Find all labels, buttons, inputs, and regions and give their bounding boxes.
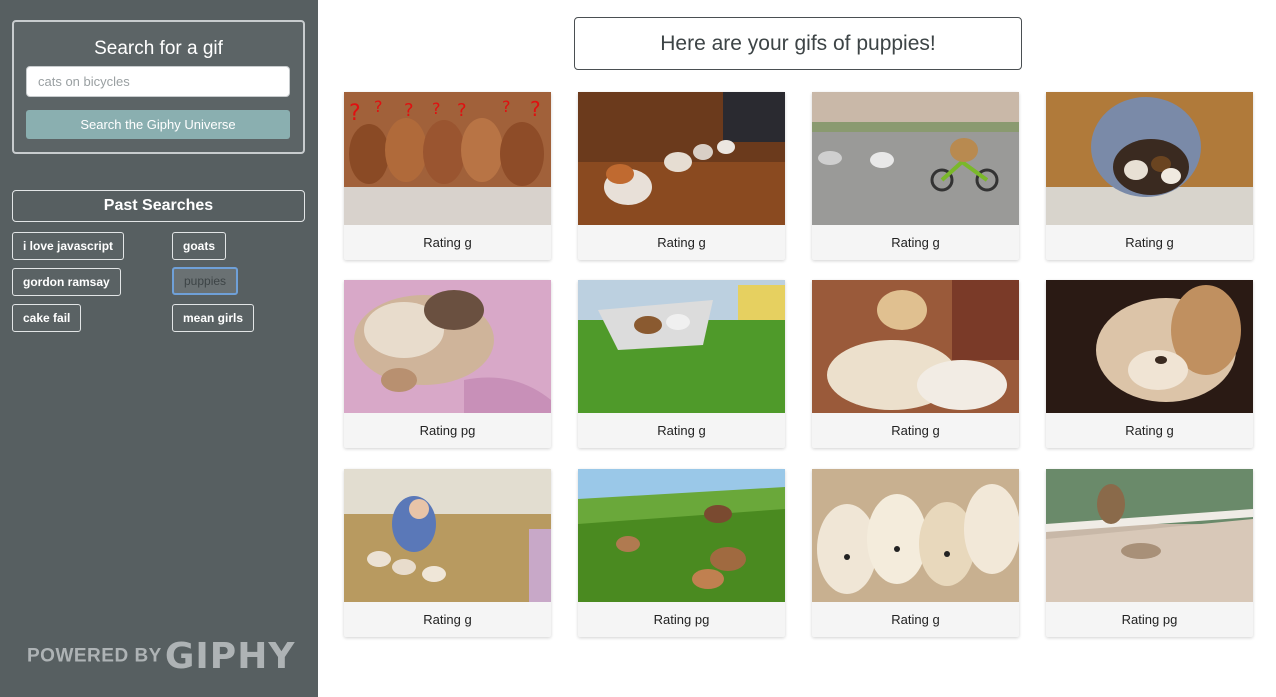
gif-rating: Rating g xyxy=(423,235,472,250)
powered-by-text: POWERED BY xyxy=(27,645,162,667)
svg-text:?: ? xyxy=(530,97,541,121)
gif-image[interactable] xyxy=(344,280,551,413)
svg-text:?: ? xyxy=(457,100,467,121)
gif-rating: Rating g xyxy=(891,423,940,438)
gif-rating: Rating pg xyxy=(1121,612,1178,627)
gif-card[interactable]: Rating pg xyxy=(344,280,551,448)
gif-card[interactable]: Rating g xyxy=(1046,280,1253,448)
gif-rating: Rating g xyxy=(657,235,706,250)
gif-rating: Rating g xyxy=(891,612,940,627)
gif-image[interactable] xyxy=(812,280,1019,413)
gif-image[interactable] xyxy=(812,469,1019,602)
past-search-chip[interactable]: i love javascript xyxy=(12,232,125,260)
gif-card[interactable]: Rating g xyxy=(812,92,1019,260)
gif-image[interactable] xyxy=(578,469,785,602)
gif-rating: Rating g xyxy=(1125,235,1174,250)
gif-card[interactable]: ? ? ? ? ? ? ? Rating g xyxy=(344,92,551,260)
gif-rating: Rating pg xyxy=(653,612,710,627)
search-input[interactable] xyxy=(26,66,290,97)
gif-rating: Rating g xyxy=(1125,423,1174,438)
past-search-chip[interactable]: mean girls xyxy=(172,304,255,332)
gif-card[interactable]: Rating g xyxy=(578,280,785,448)
gif-card[interactable]: Rating pg xyxy=(578,469,785,637)
gif-card[interactable]: Rating g xyxy=(812,280,1019,448)
svg-text:?: ? xyxy=(349,101,361,126)
past-searches-title: Past Searches xyxy=(12,190,305,222)
search-title: Search for a gif xyxy=(94,38,223,59)
gif-rating: Rating pg xyxy=(419,423,476,438)
gif-image[interactable] xyxy=(578,92,785,225)
past-search-chip[interactable]: gordon ramsay xyxy=(12,268,121,296)
past-search-chip-active[interactable]: puppies xyxy=(172,267,239,295)
svg-text:?: ? xyxy=(502,97,511,116)
results-heading: Here are your gifs of puppies! xyxy=(574,17,1022,70)
gif-image[interactable] xyxy=(1046,469,1253,602)
gif-card[interactable]: Rating g xyxy=(1046,92,1253,260)
gif-image[interactable] xyxy=(578,280,785,413)
gif-rating: Rating g xyxy=(423,612,472,627)
gif-rating: Rating g xyxy=(657,423,706,438)
gif-rating: Rating g xyxy=(891,235,940,250)
gif-image[interactable] xyxy=(1046,280,1253,413)
search-panel: Search for a gif Search the Giphy Univer… xyxy=(12,20,305,154)
search-button[interactable]: Search the Giphy Universe xyxy=(26,110,290,139)
powered-by-giphy-logo: POWERED BYGIPHY xyxy=(27,636,296,677)
gif-card[interactable]: Rating g xyxy=(344,469,551,637)
giphy-brand: GIPHY xyxy=(164,636,296,677)
gif-image[interactable] xyxy=(1046,92,1253,225)
past-search-chip[interactable]: cake fail xyxy=(12,304,82,332)
gif-image[interactable] xyxy=(812,92,1019,225)
gif-card[interactable]: Rating g xyxy=(578,92,785,260)
svg-text:?: ? xyxy=(374,97,383,116)
svg-text:?: ? xyxy=(432,99,441,118)
gif-image[interactable]: ? ? ? ? ? ? ? xyxy=(344,92,551,225)
past-search-chip[interactable]: goats xyxy=(172,232,227,260)
gif-card[interactable]: Rating pg xyxy=(1046,469,1253,637)
svg-text:?: ? xyxy=(404,100,414,121)
sidebar: Search for a gif Search the Giphy Univer… xyxy=(0,0,318,697)
gif-card[interactable]: Rating g xyxy=(812,469,1019,637)
gif-image[interactable] xyxy=(344,469,551,602)
